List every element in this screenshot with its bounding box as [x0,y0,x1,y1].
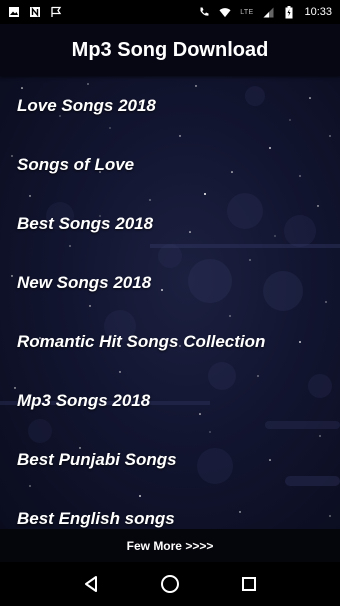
few-more-label: Few More >>>> [126,538,214,553]
song-category-list-container[interactable]: Love Songs 2018 Songs of Love Best Songs… [0,76,340,529]
list-item-label: Songs of Love [17,154,135,174]
list-item-label: Mp3 Songs 2018 [17,390,151,410]
list-item[interactable]: Best Punjabi Songs [0,430,340,489]
wifi-call-icon [198,6,210,18]
image-icon [8,6,20,18]
battery-icon [283,5,295,18]
list-item-label: Best English songs [17,508,175,528]
app-screen: LTE 10:33 Mp3 Song Download Love Songs 2… [0,0,340,606]
list-item[interactable]: Mp3 Songs 2018 [0,371,340,430]
list-item[interactable]: New Songs 2018 [0,253,340,312]
list-item[interactable]: Songs of Love [0,135,340,194]
list-item-label: Love Songs 2018 [17,95,156,115]
status-time: 10:33 [304,6,332,18]
list-item[interactable]: Best English songs [0,489,340,529]
list-item-label: Best Songs 2018 [17,213,154,233]
status-bar: LTE 10:33 [0,0,340,24]
list-item[interactable]: Romantic Hit Songs Collection [0,312,340,371]
song-category-list: Love Songs 2018 Songs of Love Best Songs… [0,76,340,529]
list-item-label: Romantic Hit Songs Collection [17,331,266,351]
network-type-label: LTE [240,8,254,16]
flag-icon [50,6,62,18]
back-icon[interactable] [76,569,106,599]
app-title: Mp3 Song Download [71,38,269,61]
signal-icon [262,6,274,18]
list-item-label: New Songs 2018 [17,272,152,292]
wifi-icon [219,6,231,18]
list-item[interactable]: Best Songs 2018 [0,194,340,253]
status-bar-right: LTE 10:33 [198,5,332,18]
recents-icon[interactable] [234,569,264,599]
list-item-label: Best Punjabi Songs [17,449,177,469]
n-app-icon [29,6,41,18]
list-item[interactable]: Love Songs 2018 [0,76,340,135]
few-more-button[interactable]: Few More >>>> [0,529,340,562]
app-bar: Mp3 Song Download [0,24,340,76]
home-icon[interactable] [155,569,185,599]
status-bar-left [8,6,62,18]
system-navigation-bar [0,562,340,606]
